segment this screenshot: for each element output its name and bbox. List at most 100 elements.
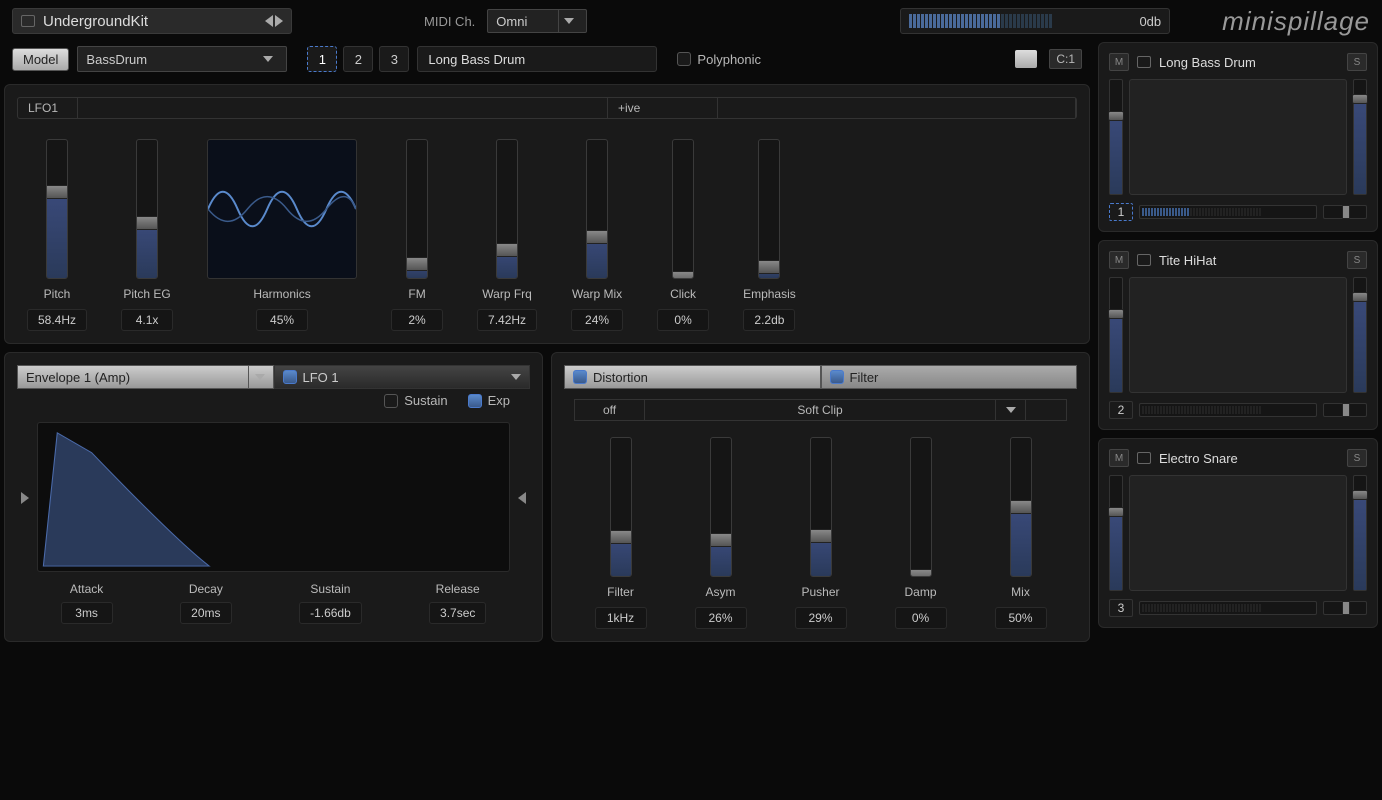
param-label: FM bbox=[408, 287, 425, 301]
oscillator-panel: LFO1+ive Pitch58.4HzPitch EG4.1xHarmonic… bbox=[4, 84, 1090, 344]
lfo-header-cell[interactable]: +ive bbox=[608, 98, 718, 118]
solo-button[interactable]: S bbox=[1347, 449, 1367, 467]
param-value[interactable]: 2.2db bbox=[743, 309, 795, 331]
folder-icon[interactable] bbox=[1137, 254, 1151, 266]
param-label: Mix bbox=[1011, 585, 1030, 599]
model-button[interactable]: Model bbox=[12, 48, 69, 71]
fx-mode-type[interactable]: Soft Clip bbox=[645, 400, 996, 420]
env-value[interactable]: -1.66db bbox=[299, 602, 362, 624]
param-label: Emphasis bbox=[743, 287, 796, 301]
pad-pitch-slider[interactable] bbox=[1109, 475, 1123, 591]
param-value[interactable]: 58.4Hz bbox=[27, 309, 87, 331]
env-value[interactable]: 3.7sec bbox=[429, 602, 486, 624]
param-value[interactable]: 24% bbox=[571, 309, 623, 331]
slot-3-button[interactable]: 3 bbox=[379, 46, 409, 72]
pad-level-slider[interactable] bbox=[1353, 277, 1367, 393]
keyboard-icon[interactable] bbox=[1015, 50, 1037, 68]
pad-name: Long Bass Drum bbox=[1159, 55, 1339, 70]
param-value[interactable]: 26% bbox=[695, 607, 747, 629]
slot-2-button[interactable]: 2 bbox=[343, 46, 373, 72]
pad-pan-slider[interactable] bbox=[1323, 205, 1367, 219]
prev-preset-icon[interactable] bbox=[265, 15, 273, 27]
lfo-tab[interactable]: LFO 1 bbox=[274, 365, 531, 389]
folder-icon[interactable] bbox=[1137, 56, 1151, 68]
pitch-slider[interactable] bbox=[46, 139, 68, 279]
midi-channel-label: MIDI Ch. bbox=[424, 14, 475, 29]
asym-slider[interactable] bbox=[710, 437, 732, 577]
pad-level-slider[interactable] bbox=[1353, 79, 1367, 195]
midi-channel-select[interactable]: Omni bbox=[487, 9, 587, 33]
lfo-header-cell[interactable]: LFO1 bbox=[18, 98, 78, 118]
exp-checkbox[interactable] bbox=[468, 394, 482, 408]
pad-waveform[interactable] bbox=[1129, 475, 1347, 591]
preset-selector[interactable]: UndergroundKit bbox=[12, 8, 292, 34]
lfo-header-row: LFO1 +ive bbox=[17, 97, 1077, 119]
envelope-tab[interactable]: Envelope 1 (Amp) bbox=[17, 365, 274, 389]
env-value[interactable]: 3ms bbox=[61, 602, 113, 624]
warp-frq-slider[interactable] bbox=[496, 139, 518, 279]
lfo-enable-checkbox[interactable] bbox=[283, 370, 297, 384]
solo-button[interactable]: S bbox=[1347, 53, 1367, 71]
mute-button[interactable]: M bbox=[1109, 53, 1129, 71]
pad-waveform[interactable] bbox=[1129, 277, 1347, 393]
sustain-checkbox[interactable] bbox=[384, 394, 398, 408]
distortion-enable-checkbox[interactable] bbox=[573, 370, 587, 384]
pad-pan-slider[interactable] bbox=[1323, 403, 1367, 417]
model-select[interactable]: BassDrum bbox=[77, 46, 287, 72]
lfo-header-cell[interactable] bbox=[718, 98, 1076, 118]
harmonics-display[interactable] bbox=[207, 139, 357, 279]
emphasis-slider[interactable] bbox=[758, 139, 780, 279]
param-value[interactable]: 50% bbox=[995, 607, 1047, 629]
pad-number[interactable]: 1 bbox=[1109, 203, 1133, 221]
envelope-graph[interactable] bbox=[37, 422, 510, 572]
param-label: Pusher bbox=[801, 585, 839, 599]
filter-tab[interactable]: Filter bbox=[821, 365, 1078, 389]
param-value[interactable]: 29% bbox=[795, 607, 847, 629]
distortion-tab[interactable]: Distortion bbox=[564, 365, 821, 389]
fx-mode-dropdown[interactable] bbox=[996, 400, 1026, 420]
fm-slider[interactable] bbox=[406, 139, 428, 279]
polyphonic-checkbox[interactable] bbox=[677, 52, 691, 66]
param-value[interactable]: 45% bbox=[256, 309, 308, 331]
pad-name: Electro Snare bbox=[1159, 451, 1339, 466]
param-value[interactable]: 1kHz bbox=[595, 607, 647, 629]
pad-pan-slider[interactable] bbox=[1323, 601, 1367, 615]
pad-number[interactable]: 3 bbox=[1109, 599, 1133, 617]
env-value[interactable]: 20ms bbox=[180, 602, 232, 624]
mute-button[interactable]: M bbox=[1109, 449, 1129, 467]
filter-slider[interactable] bbox=[610, 437, 632, 577]
param-value[interactable]: 0% bbox=[657, 309, 709, 331]
damp-slider[interactable] bbox=[910, 437, 932, 577]
envelope-panel: Envelope 1 (Amp) LFO 1 Sustain Exp bbox=[4, 352, 543, 642]
instrument-name-field[interactable]: Long Bass Drum bbox=[417, 46, 657, 72]
lfo-header-cell[interactable] bbox=[78, 98, 608, 118]
mix-slider[interactable] bbox=[1010, 437, 1032, 577]
folder-icon bbox=[21, 15, 35, 27]
param-value[interactable]: 2% bbox=[391, 309, 443, 331]
pad-pitch-slider[interactable] bbox=[1109, 277, 1123, 393]
param-value[interactable]: 0% bbox=[895, 607, 947, 629]
click-slider[interactable] bbox=[672, 139, 694, 279]
top-bar: UndergroundKit MIDI Ch. Omni 0db minispi… bbox=[4, 4, 1378, 38]
pad-pitch-slider[interactable] bbox=[1109, 79, 1123, 195]
pitch-eg-slider[interactable] bbox=[136, 139, 158, 279]
param-value[interactable]: 4.1x bbox=[121, 309, 173, 331]
param-value[interactable]: 7.42Hz bbox=[477, 309, 537, 331]
pad-level-slider[interactable] bbox=[1353, 475, 1367, 591]
pusher-slider[interactable] bbox=[810, 437, 832, 577]
pad-waveform[interactable] bbox=[1129, 79, 1347, 195]
note-badge[interactable]: C:1 bbox=[1049, 49, 1082, 69]
solo-button[interactable]: S bbox=[1347, 251, 1367, 269]
master-db-readout: 0db bbox=[1125, 14, 1161, 29]
fx-mode-off[interactable]: off bbox=[575, 400, 645, 420]
mute-button[interactable]: M bbox=[1109, 251, 1129, 269]
next-preset-icon[interactable] bbox=[275, 15, 283, 27]
warp-mix-slider[interactable] bbox=[586, 139, 608, 279]
pad-name: Tite HiHat bbox=[1159, 253, 1339, 268]
chevron-down-icon bbox=[1006, 407, 1016, 413]
pad-slot: M Long Bass Drum S 1 bbox=[1098, 42, 1378, 232]
slot-1-button[interactable]: 1 bbox=[307, 46, 337, 72]
pad-number[interactable]: 2 bbox=[1109, 401, 1133, 419]
filter-enable-checkbox[interactable] bbox=[830, 370, 844, 384]
folder-icon[interactable] bbox=[1137, 452, 1151, 464]
